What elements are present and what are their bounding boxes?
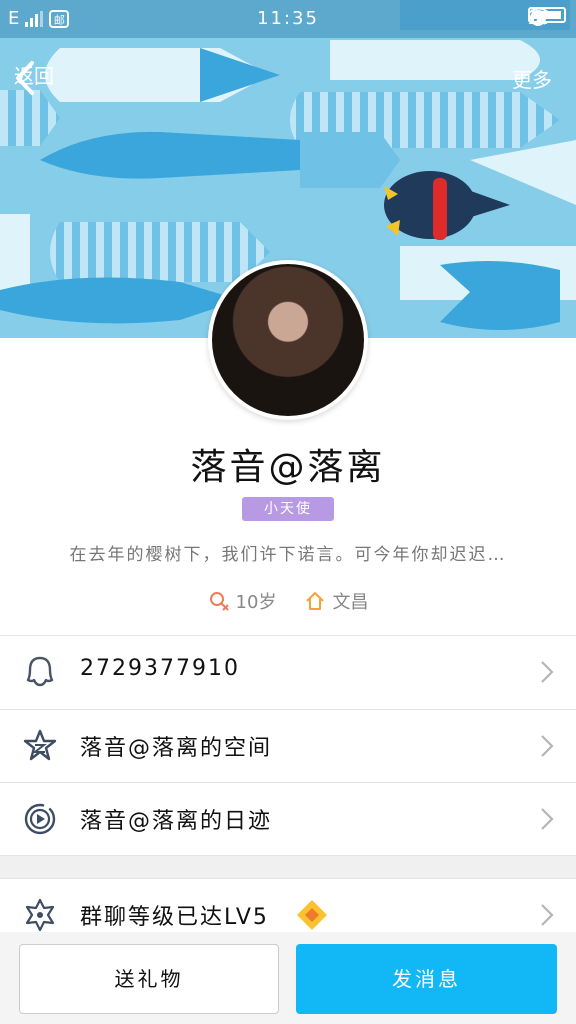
avatar-photo: [212, 264, 364, 416]
qq-number: 2729377910: [80, 656, 240, 681]
location-item: 文昌: [304, 588, 368, 614]
qzone-label: 落音@落离的空间: [80, 736, 273, 761]
back-button[interactable]: 返回: [14, 60, 54, 95]
chevron-right-icon: [541, 904, 554, 926]
battery-icon: [528, 7, 566, 23]
group-level-icon: [25, 898, 55, 932]
diamond-level-icon: [297, 900, 327, 930]
list-item-daily-trail[interactable]: 落音@落离的日迹: [0, 783, 576, 855]
avatar[interactable]: [208, 260, 368, 420]
female-gender-icon: [209, 592, 229, 611]
chevron-right-icon: [541, 735, 554, 757]
status-bar: E 邮 11:35: [0, 0, 576, 38]
profile-signature: 在去年的樱树下，我们许下诺言。可今年你却迟迟…: [69, 545, 507, 565]
send-gift-button[interactable]: 送礼物: [19, 944, 279, 1014]
daily-trail-icon: [24, 803, 56, 835]
group-level-label: 群聊等级已达LV5: [80, 905, 269, 930]
list-item-qzone[interactable]: 落音@落离的空间: [0, 710, 576, 782]
status-time: 11:35: [257, 8, 319, 29]
chevron-right-icon: [541, 808, 554, 830]
qzone-star-icon: [23, 729, 57, 761]
profile-meta: 10岁 文昌: [0, 588, 576, 614]
qq-penguin-icon: [26, 656, 54, 687]
more-button[interactable]: 更多: [512, 64, 552, 93]
age-text: 10岁: [235, 592, 277, 613]
daily-trail-label: 落音@落离的日迹: [80, 809, 273, 834]
age-item: 10岁: [208, 588, 277, 614]
profile-name: 落音@落离: [190, 447, 386, 488]
chevron-right-icon: [541, 661, 554, 683]
location-text: 文昌: [332, 592, 369, 613]
list-item-qq-number[interactable]: 2729377910: [0, 636, 576, 708]
section-gap: [0, 856, 576, 878]
home-icon: [306, 592, 325, 610]
status-badge[interactable]: 小天使: [242, 497, 334, 521]
chevron-left-icon: [16, 61, 34, 95]
send-message-button[interactable]: 发消息: [296, 944, 557, 1014]
